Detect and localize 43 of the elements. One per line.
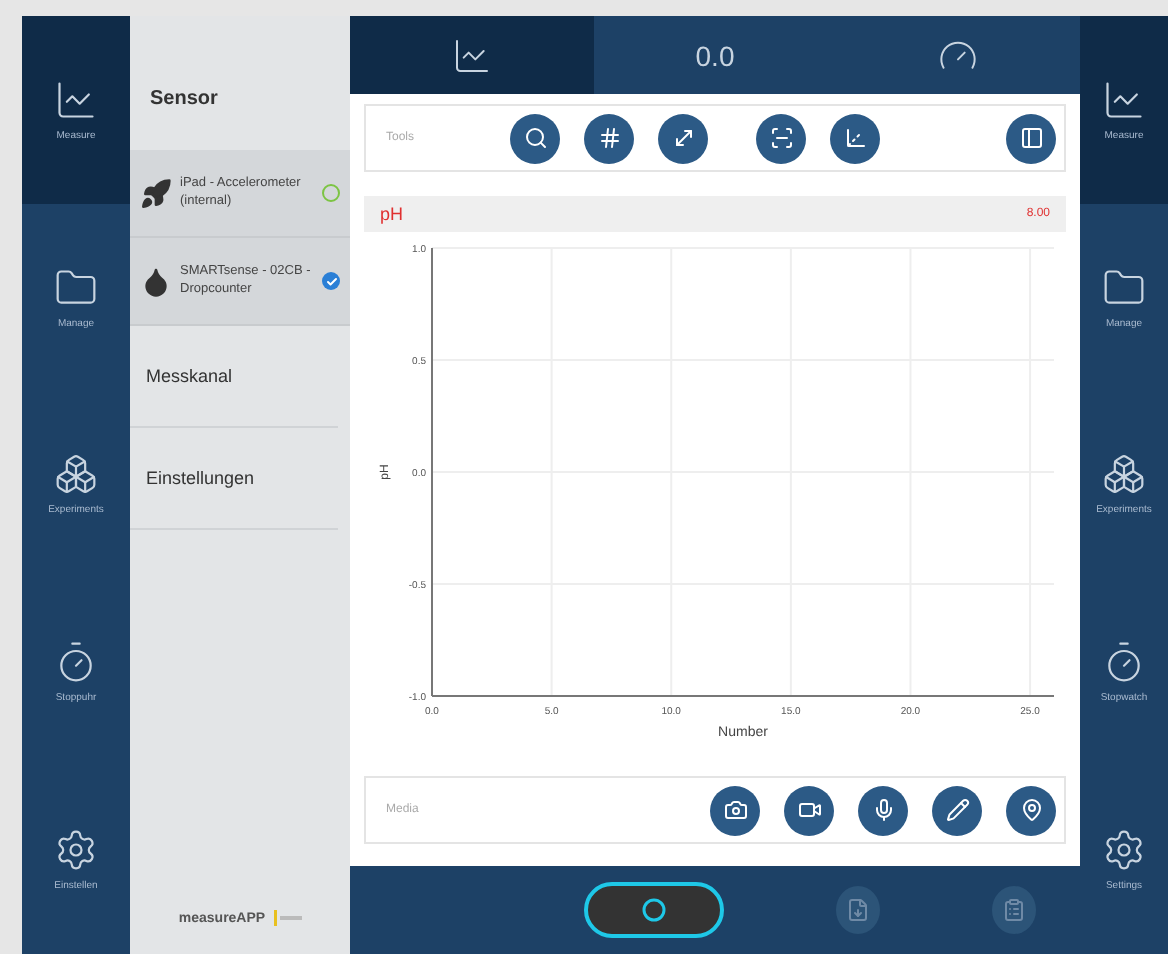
tool-button[interactable] bbox=[658, 113, 708, 163]
logo-mark bbox=[273, 910, 302, 926]
microphone-icon bbox=[871, 798, 895, 822]
panel-icon bbox=[1019, 126, 1043, 150]
panel-title: Sensor bbox=[148, 86, 220, 114]
media-button[interactable] bbox=[784, 785, 834, 835]
panel-menu-item[interactable]: Messkanal bbox=[130, 326, 338, 428]
tool-button[interactable] bbox=[1006, 113, 1056, 163]
tool-button[interactable] bbox=[584, 113, 634, 163]
droplet-icon bbox=[140, 265, 172, 297]
gears-icon bbox=[1102, 828, 1146, 873]
tool-button[interactable] bbox=[756, 113, 806, 163]
search-icon bbox=[523, 126, 547, 150]
map-pin-icon bbox=[1019, 798, 1043, 822]
media-button[interactable] bbox=[1006, 785, 1056, 835]
scan-icon bbox=[769, 126, 793, 150]
tool-button[interactable] bbox=[830, 113, 880, 163]
folder-icon bbox=[1102, 265, 1146, 310]
media-button[interactable] bbox=[932, 785, 982, 835]
boxes-icon bbox=[1102, 452, 1146, 497]
line-chart-icon bbox=[1102, 77, 1146, 122]
grid-icon bbox=[597, 126, 621, 150]
stopwatch-icon bbox=[54, 640, 98, 685]
file-icon bbox=[846, 898, 870, 922]
pencil-icon bbox=[945, 798, 969, 822]
boxes-icon bbox=[54, 452, 98, 497]
tool-button[interactable] bbox=[510, 113, 560, 163]
media-button[interactable] bbox=[858, 785, 908, 835]
video-icon bbox=[797, 798, 821, 822]
camera-icon bbox=[723, 798, 747, 822]
channel-name: pH bbox=[380, 204, 404, 224]
clipboard-icon bbox=[1002, 898, 1026, 922]
folder-icon bbox=[54, 265, 98, 310]
record-button[interactable] bbox=[584, 882, 724, 938]
line-chart-icon bbox=[451, 35, 492, 75]
line-chart-icon bbox=[54, 77, 98, 122]
media-button[interactable] bbox=[710, 785, 760, 835]
panel-menu-item[interactable]: Einstellungen bbox=[130, 428, 338, 530]
rocket-icon bbox=[140, 177, 172, 209]
ring-icon bbox=[642, 898, 666, 922]
stopwatch-icon bbox=[1102, 640, 1146, 685]
gears-icon bbox=[54, 828, 98, 873]
axes-icon bbox=[843, 126, 867, 150]
